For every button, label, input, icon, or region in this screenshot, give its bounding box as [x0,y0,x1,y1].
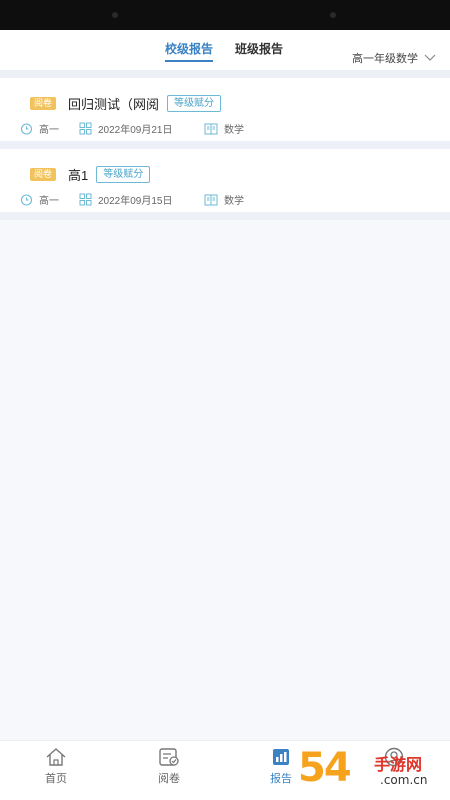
book-icon [204,194,218,205]
subject-text: 数学 [224,196,244,207]
home-icon [46,748,66,766]
report-card[interactable]: 阅卷 回归测试（网阅 等级赋分 高一 2022年09月21日 数学 [0,78,450,141]
grade-meta: 高一 [20,121,79,136]
watermark-site-name: 手游网 [374,755,423,774]
divider [0,70,450,78]
book-icon [204,123,218,134]
exam-title: 高1 [68,168,89,183]
watermark-number: 54 [298,745,352,791]
grade-subject-select[interactable]: 高一年级数学 [352,50,436,66]
pending-tag: 阅卷 [30,97,57,110]
date-meta: 2022年09月21日 [79,121,204,136]
exam-icon [159,748,179,766]
exam-title: 回归测试（网阅 [68,97,160,112]
report-icon [273,749,289,765]
status-dot [330,12,336,18]
watermark-logo: 54 手游网 .com.cn [294,745,444,797]
date-meta: 2022年09月15日 [79,192,204,207]
clock-icon [20,123,33,135]
divider [0,212,450,220]
top-header: 校级报告 班级报告 高一年级数学 [0,30,450,70]
watermark-domain: .com.cn [380,773,428,787]
grid-icon [79,122,92,135]
level-score-tag: 等级赋分 [96,166,151,183]
subject-meta: 数学 [204,121,244,136]
tab-school-report[interactable]: 校级报告 [165,40,214,62]
tabbar-item-home[interactable]: 首页 [26,747,86,786]
grade-text: 高一 [39,125,59,136]
tabbar-label: 报告 [270,773,292,785]
date-text: 2022年09月21日 [98,125,173,136]
divider [0,141,450,149]
grade-meta: 高一 [20,192,79,207]
subject-text: 数学 [224,125,244,136]
tabbar-label: 阅卷 [158,773,180,785]
tab-class-report[interactable]: 班级报告 [235,40,283,57]
status-dot [112,12,118,18]
level-score-tag: 等级赋分 [167,95,222,112]
date-text: 2022年09月15日 [98,196,173,207]
grade-text: 高一 [39,196,59,207]
status-bar [0,0,450,30]
report-list: 阅卷 回归测试（网阅 等级赋分 高一 2022年09月21日 数学 阅卷 高1 … [0,70,450,220]
grid-icon [79,193,92,206]
subject-meta: 数学 [204,192,244,207]
chevron-down-icon [424,54,436,61]
tabbar-label: 首页 [45,773,67,785]
grade-subject-label: 高一年级数学 [352,53,418,65]
tabbar-item-exam[interactable]: 阅卷 [139,747,199,786]
clock-icon [20,194,33,206]
pending-tag: 阅卷 [30,168,57,181]
report-card[interactable]: 阅卷 高1 等级赋分 高一 2022年09月15日 数学 [0,149,450,212]
